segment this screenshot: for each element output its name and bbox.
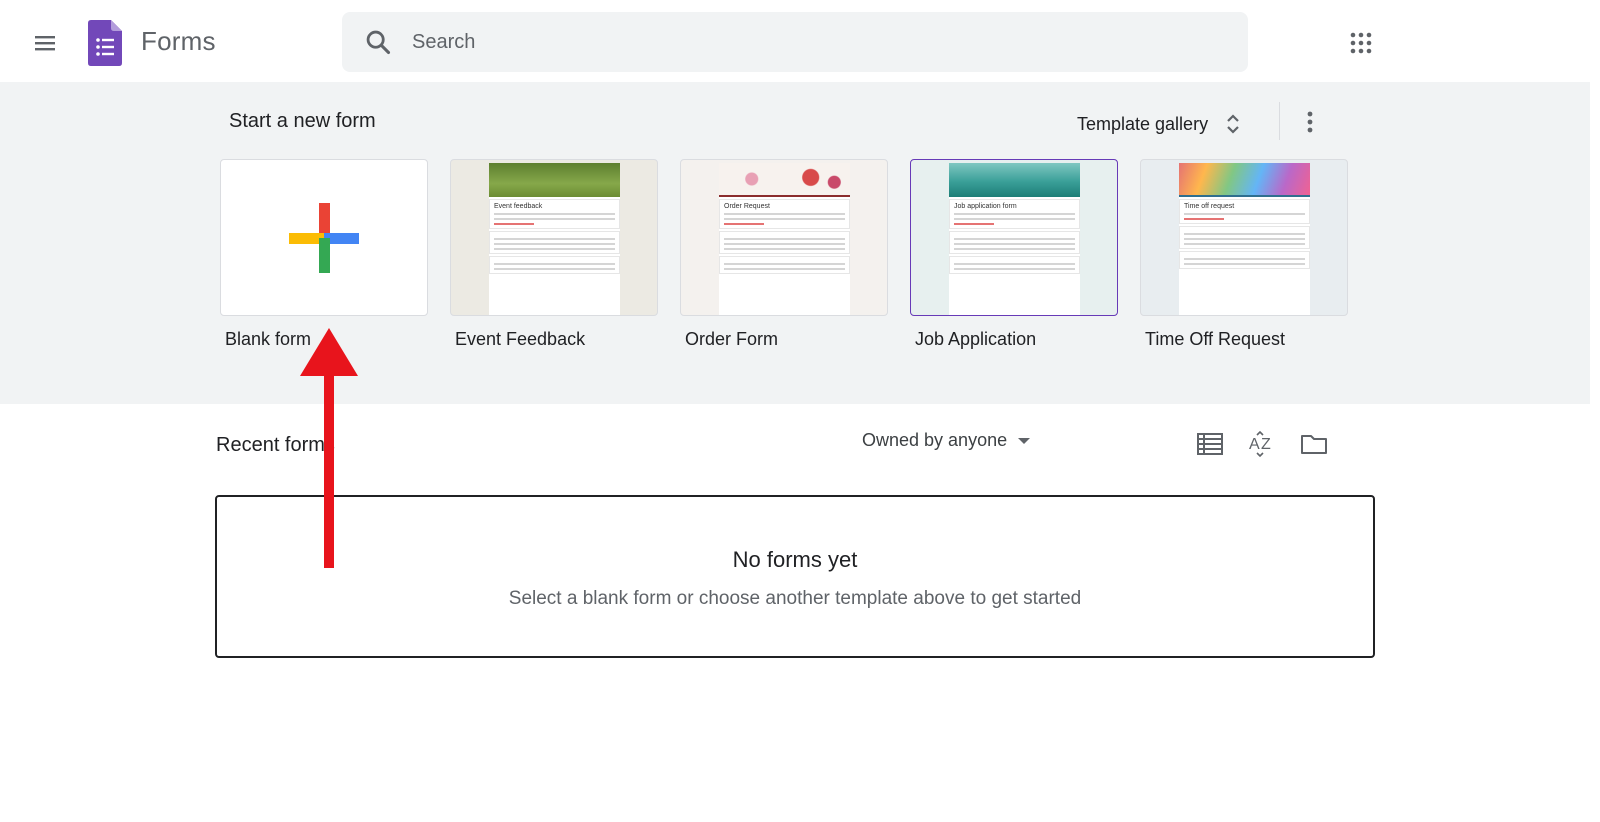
preview-title: Order Request bbox=[724, 203, 770, 210]
template-thumbnail[interactable]: Event feedback bbox=[450, 159, 658, 316]
search-icon[interactable] bbox=[364, 28, 392, 56]
template-thumbnail[interactable]: Order Request bbox=[680, 159, 888, 316]
template-preview: Time off request bbox=[1179, 163, 1310, 315]
owner-filter-label: Owned by anyone bbox=[862, 430, 1008, 450]
svg-text:A: A bbox=[1249, 436, 1260, 453]
search-bar[interactable] bbox=[342, 12, 1248, 72]
red-arrow-annotation bbox=[300, 328, 358, 568]
folder-icon bbox=[1301, 435, 1327, 454]
template-time-off-request[interactable]: Time off request Time Off Request bbox=[1140, 159, 1348, 349]
apps-grid-icon bbox=[1350, 32, 1372, 54]
svg-text:Z: Z bbox=[1261, 436, 1271, 453]
preview-title: Event feedback bbox=[494, 203, 543, 210]
preview-title: Time off request bbox=[1184, 203, 1235, 210]
template-gallery-label: Template gallery bbox=[1077, 113, 1209, 134]
template-label: Order Form bbox=[685, 329, 779, 349]
template-label: Job Application bbox=[915, 329, 1037, 349]
template-thumbnail[interactable]: Job application form bbox=[910, 159, 1118, 316]
template-job-application[interactable]: Job application form Job Application bbox=[910, 159, 1118, 349]
unfold-icon bbox=[1227, 114, 1239, 134]
banner-image bbox=[489, 163, 620, 197]
main-menu-button[interactable] bbox=[24, 22, 66, 64]
preview-title: Job application form bbox=[954, 203, 1017, 210]
more-vert-icon bbox=[1307, 111, 1313, 133]
list-view-button[interactable] bbox=[1190, 424, 1230, 464]
banner-image bbox=[719, 163, 850, 197]
list-view-icon bbox=[1197, 433, 1223, 455]
dropdown-arrow-icon bbox=[1018, 437, 1031, 444]
template-order-form[interactable]: Order Request Order Form bbox=[680, 159, 888, 349]
section-title: Start a new form bbox=[229, 110, 376, 132]
forms-logo-icon[interactable] bbox=[88, 20, 122, 66]
empty-state-title: No forms yet bbox=[732, 547, 858, 572]
sort-button[interactable]: A Z bbox=[1242, 424, 1282, 464]
more-options-button[interactable] bbox=[1292, 102, 1328, 142]
template-label: Time Off Request bbox=[1145, 329, 1286, 349]
search-input[interactable] bbox=[412, 12, 1232, 72]
template-event-feedback[interactable]: Event feedback Event Feedback bbox=[450, 159, 658, 349]
hamburger-menu-icon bbox=[35, 36, 55, 51]
template-preview: Job application form bbox=[949, 163, 1080, 315]
open-file-picker-button[interactable] bbox=[1294, 424, 1334, 464]
template-preview: Order Request bbox=[719, 163, 850, 315]
toolbar-divider bbox=[1279, 102, 1280, 140]
banner-image bbox=[1179, 163, 1310, 197]
google-apps-button[interactable] bbox=[1340, 22, 1382, 64]
empty-state-subtitle: Select a blank form or choose another te… bbox=[508, 588, 1082, 609]
template-blank-form[interactable]: Blank form bbox=[220, 159, 428, 349]
banner-image bbox=[949, 163, 1080, 197]
template-label: Blank form bbox=[225, 329, 312, 349]
plus-icon bbox=[289, 203, 359, 273]
app-header: Forms bbox=[0, 0, 1600, 82]
template-preview: Event feedback bbox=[489, 163, 620, 315]
owner-filter-dropdown[interactable]: Owned by anyone bbox=[862, 430, 1031, 451]
sort-az-icon: A Z bbox=[1249, 430, 1271, 458]
app-name: Forms bbox=[141, 26, 216, 56]
template-gallery-button[interactable]: Template gallery bbox=[1077, 104, 1240, 144]
empty-state: No forms yet Select a blank form or choo… bbox=[215, 495, 1375, 658]
template-thumbnail[interactable]: Time off request bbox=[1140, 159, 1348, 316]
template-label: Event Feedback bbox=[455, 329, 586, 349]
template-thumbnail[interactable] bbox=[220, 159, 428, 316]
